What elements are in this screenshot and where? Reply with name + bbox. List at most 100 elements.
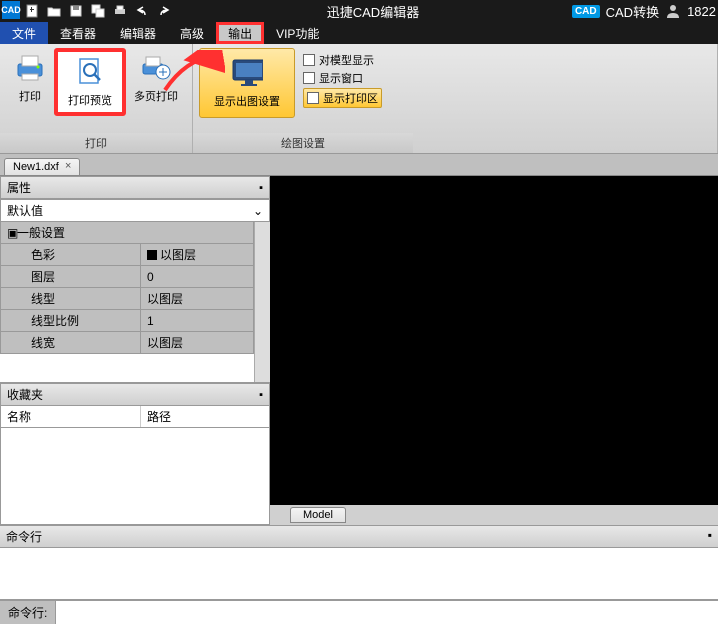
file-tab[interactable]: New1.dxf × <box>4 158 80 175</box>
app-icon-text: CAD <box>1 5 21 15</box>
color-swatch <box>147 250 157 260</box>
model-display-label: 对模型显示 <box>319 52 374 68</box>
main-area: 属性 ▪ 默认值 ⌄ ▣一般设置 色彩以图层 图层0 线型以图层 线型比例1 线… <box>0 176 718 525</box>
show-print-area-label: 显示打印区 <box>323 90 378 106</box>
close-icon[interactable]: × <box>65 161 72 173</box>
favorites-header: 收藏夹 ▪ <box>0 383 270 406</box>
cad-badge-icon[interactable]: CAD <box>572 5 600 18</box>
cad-convert-link[interactable]: CAD转换 <box>606 2 659 21</box>
user-id[interactable]: 1822 <box>687 4 716 19</box>
prop-value[interactable]: 0 <box>141 266 253 287</box>
prop-value[interactable]: 以图层 <box>141 288 253 309</box>
open-folder-icon[interactable] <box>44 1 64 21</box>
menu-file[interactable]: 文件 <box>0 22 48 44</box>
col-name[interactable]: 名称 <box>1 406 141 427</box>
ribbon-group-plot-label: 绘图设置 <box>193 133 413 153</box>
favorites-panel: 收藏夹 ▪ 名称 路径 <box>0 382 270 525</box>
app-icon[interactable]: CAD <box>2 1 20 19</box>
show-print-area-check[interactable]: 显示打印区 <box>303 88 382 108</box>
ribbon-group-print-label: 打印 <box>0 133 192 153</box>
ribbon-group-plot-settings: 显示出图设置 对模型显示 显示窗口 显示打印区 绘图设置 <box>193 44 718 153</box>
multi-print-button[interactable]: 多页打印 <box>126 48 186 108</box>
collapse-icon: ▣ <box>7 226 17 240</box>
pin-icon[interactable]: ▪ <box>259 182 263 194</box>
favorites-title: 收藏夹 <box>7 386 43 403</box>
show-plot-settings-label: 显示出图设置 <box>214 93 280 109</box>
file-tab-name: New1.dxf <box>13 161 59 173</box>
document-tabs: New1.dxf × <box>0 154 718 176</box>
prop-row-lineweight[interactable]: 线宽以图层 <box>0 332 254 354</box>
command-input[interactable] <box>56 603 718 623</box>
prop-key: 线宽 <box>1 332 141 353</box>
favorites-columns: 名称 路径 <box>0 406 270 428</box>
scrollbar[interactable] <box>254 222 270 382</box>
title-bar-right: CAD CAD转换 1822 <box>572 2 718 21</box>
undo-icon[interactable] <box>132 1 152 21</box>
print-button[interactable]: 打印 <box>6 48 54 108</box>
pin-icon[interactable]: ▪ <box>259 389 263 401</box>
print-preview-button[interactable]: 打印预览 <box>54 48 126 116</box>
print-preview-label: 打印预览 <box>68 92 112 108</box>
prop-key: 线型 <box>1 288 141 309</box>
command-line-title: 命令行 <box>6 528 42 545</box>
menu-advanced[interactable]: 高级 <box>168 22 216 44</box>
prop-key: 色彩 <box>1 244 141 265</box>
new-file-icon[interactable] <box>22 1 42 21</box>
command-prompt: 命令行: <box>0 601 56 624</box>
properties-header: 属性 ▪ <box>0 176 270 199</box>
command-history[interactable] <box>0 548 718 600</box>
show-window-label: 显示窗口 <box>319 70 363 86</box>
menu-output[interactable]: 输出 <box>216 22 264 44</box>
redo-icon[interactable] <box>154 1 174 21</box>
print-icon[interactable] <box>110 1 130 21</box>
title-bar: CAD 迅捷CAD编辑器 CAD CAD转换 1822 <box>0 0 718 22</box>
show-window-check[interactable]: 显示窗口 <box>303 70 382 86</box>
prop-row-linetype[interactable]: 线型以图层 <box>0 288 254 310</box>
command-input-row: 命令行: <box>0 600 718 624</box>
chevron-down-icon: ⌄ <box>253 204 263 218</box>
multi-print-label: 多页打印 <box>134 88 178 104</box>
prop-row-color[interactable]: 色彩 以图层 <box>0 244 254 266</box>
checkbox-icon <box>303 72 315 84</box>
prop-value[interactable]: 1 <box>141 310 253 331</box>
menu-vip[interactable]: VIP功能 <box>264 22 331 44</box>
display-options: 对模型显示 显示窗口 显示打印区 <box>295 48 390 112</box>
menu-editor[interactable]: 编辑器 <box>108 22 168 44</box>
property-grid: ▣一般设置 色彩以图层 图层0 线型以图层 线型比例1 线宽以图层 <box>0 222 254 382</box>
prop-key: 图层 <box>1 266 141 287</box>
general-settings-label: 一般设置 <box>17 226 65 240</box>
printer-icon <box>14 52 46 84</box>
command-line-header: 命令行 ▪ <box>0 525 718 548</box>
print-preview-icon <box>74 56 106 88</box>
prop-value[interactable]: 以图层 <box>141 244 253 265</box>
general-settings-section[interactable]: ▣一般设置 <box>0 222 254 244</box>
save-as-icon[interactable] <box>88 1 108 21</box>
col-path[interactable]: 路径 <box>141 406 177 427</box>
user-icon[interactable] <box>665 3 681 19</box>
model-display-check[interactable]: 对模型显示 <box>303 52 382 68</box>
checkbox-icon <box>303 54 315 66</box>
quick-access-toolbar: CAD <box>0 1 174 21</box>
prop-row-ltscale[interactable]: 线型比例1 <box>0 310 254 332</box>
menu-bar: 文件 查看器 编辑器 高级 输出 VIP功能 <box>0 22 718 44</box>
pin-icon[interactable]: ▪ <box>708 528 712 545</box>
prop-value[interactable]: 以图层 <box>141 332 253 353</box>
left-panel: 属性 ▪ 默认值 ⌄ ▣一般设置 色彩以图层 图层0 线型以图层 线型比例1 线… <box>0 176 270 525</box>
default-value-label: 默认值 <box>7 202 43 219</box>
prop-value-text: 以图层 <box>160 246 196 263</box>
app-title: 迅捷CAD编辑器 <box>174 2 572 21</box>
show-plot-settings-button[interactable]: 显示出图设置 <box>199 48 295 118</box>
model-tab[interactable]: Model <box>290 507 346 523</box>
drawing-canvas[interactable]: Model <box>270 176 718 525</box>
menu-viewer[interactable]: 查看器 <box>48 22 108 44</box>
print-label: 打印 <box>19 88 41 104</box>
checkbox-icon <box>307 92 319 104</box>
ribbon-group-print: 打印 打印预览 多页打印 打印 <box>0 44 193 153</box>
monitor-icon <box>231 57 263 89</box>
prop-row-layer[interactable]: 图层0 <box>0 266 254 288</box>
canvas-tabs: Model <box>270 505 718 525</box>
default-value-dropdown[interactable]: 默认值 ⌄ <box>0 199 270 222</box>
favorites-list <box>0 428 270 525</box>
save-icon[interactable] <box>66 1 86 21</box>
multi-print-icon <box>140 52 172 84</box>
